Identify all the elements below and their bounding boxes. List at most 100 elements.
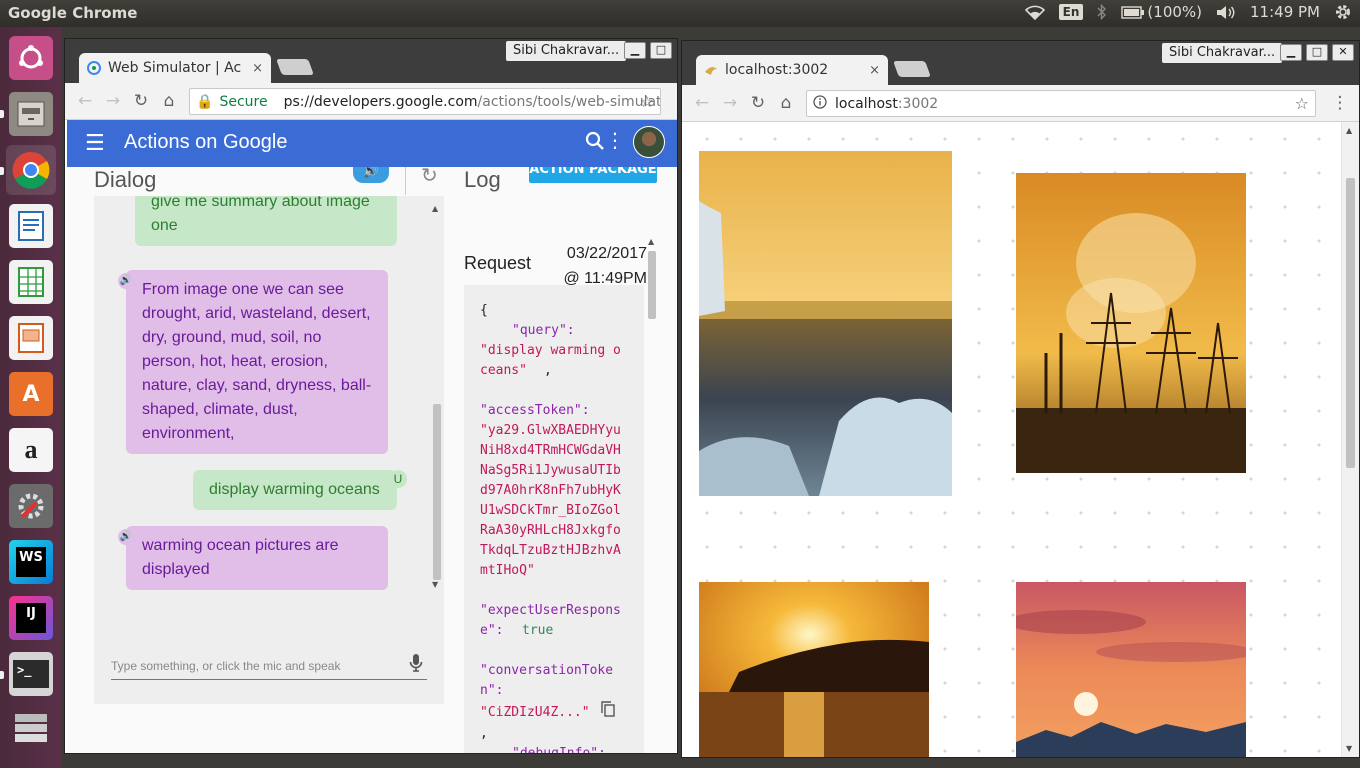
- bookmark-star-icon[interactable]: ☆: [1295, 94, 1309, 113]
- back-arrow-icon[interactable]: ←: [75, 91, 95, 111]
- chrome-launcher[interactable]: [6, 145, 56, 195]
- speaker-icon[interactable]: 🔊: [353, 167, 389, 183]
- tab-strip: localhost:3002 × Sibi Chakravar... ▁ □ ✕: [682, 41, 1359, 85]
- intellij-launcher[interactable]: IJ: [6, 593, 56, 643]
- more-options-icon[interactable]: ⋮: [605, 128, 625, 152]
- hamburger-menu-icon[interactable]: ☰: [85, 131, 105, 156]
- copy-icon[interactable]: [601, 701, 616, 724]
- terminal-launcher[interactable]: >_: [6, 649, 56, 699]
- maximize-button[interactable]: □: [1306, 44, 1328, 61]
- log-scrollbar[interactable]: ▲: [647, 237, 657, 627]
- close-tab-icon[interactable]: ×: [246, 61, 263, 76]
- wifi-icon[interactable]: [1024, 5, 1045, 20]
- impress-launcher[interactable]: [6, 313, 56, 363]
- page-favicon-icon: [705, 67, 717, 75]
- json-open-brace: {: [480, 303, 488, 318]
- info-icon[interactable]: [813, 94, 827, 113]
- scrollbar-thumb[interactable]: [433, 404, 441, 580]
- gallery-image[interactable]: [1016, 173, 1246, 473]
- page-scrollbar[interactable]: ▲ ▼: [1341, 122, 1359, 757]
- gear-icon[interactable]: [1334, 3, 1352, 21]
- play-audio-icon[interactable]: 🔊: [118, 529, 134, 545]
- scrollbar-thumb[interactable]: [1346, 178, 1355, 468]
- amazon-launcher[interactable]: a: [6, 425, 56, 475]
- scroll-up-arrow-icon[interactable]: ▲: [1346, 126, 1352, 135]
- gallery-image[interactable]: [1016, 582, 1246, 757]
- writer-launcher[interactable]: [6, 201, 56, 251]
- forward-arrow-icon[interactable]: →: [720, 93, 740, 113]
- request-date: 03/22/2017: [566, 245, 647, 262]
- message-text: display warming oceans: [209, 481, 380, 498]
- tab-strip: Web Simulator | Ac × Sibi Chakravar... ▁…: [65, 39, 677, 83]
- new-tab-button[interactable]: [893, 61, 931, 77]
- volume-icon[interactable]: [1216, 5, 1236, 20]
- ubuntu-icon: [9, 36, 53, 80]
- reload-icon[interactable]: ↻: [748, 93, 768, 113]
- user-message: give me summary about image one: [135, 196, 397, 246]
- software-center-launcher[interactable]: A: [6, 369, 56, 419]
- microphone-icon[interactable]: [409, 653, 423, 676]
- minimize-button[interactable]: ▁: [624, 42, 646, 59]
- webstorm-launcher[interactable]: WS: [6, 537, 56, 587]
- shopping-bag-icon: A: [9, 372, 53, 416]
- scroll-down-arrow-icon[interactable]: ▼: [1346, 744, 1352, 753]
- close-tab-icon[interactable]: ×: [863, 63, 880, 78]
- localhost-window: localhost:3002 × Sibi Chakravar... ▁ □ ✕…: [681, 40, 1360, 758]
- forward-arrow-icon[interactable]: →: [103, 91, 123, 111]
- keyboard-layout-indicator[interactable]: En: [1058, 4, 1084, 20]
- files-launcher[interactable]: [6, 89, 56, 139]
- clock[interactable]: 11:49 PM: [1250, 3, 1320, 21]
- dialog-scrollbar[interactable]: ▲ ▼: [432, 204, 442, 589]
- home-icon[interactable]: ⌂: [776, 93, 796, 113]
- scrollbar-thumb[interactable]: [648, 251, 656, 319]
- file-cabinet-icon: [9, 92, 53, 136]
- home-icon[interactable]: ⌂: [159, 91, 179, 111]
- battery-indicator[interactable]: (100%): [1121, 3, 1202, 21]
- workspaces-icon: [9, 708, 53, 752]
- reload-icon[interactable]: ↻: [131, 91, 151, 111]
- tab-localhost[interactable]: localhost:3002 ×: [696, 55, 888, 85]
- search-icon[interactable]: [585, 131, 605, 155]
- back-arrow-icon[interactable]: ←: [692, 93, 712, 113]
- ubuntu-dash-button[interactable]: [6, 33, 56, 83]
- system-settings-launcher[interactable]: [6, 481, 56, 531]
- json-value-conversation-token: "CiZDIzU4Z...": [480, 705, 590, 720]
- chrome-menu-icon[interactable]: ⋮: [1330, 93, 1350, 113]
- maximize-button[interactable]: □: [650, 42, 672, 59]
- tab-web-simulator[interactable]: Web Simulator | Ac ×: [79, 53, 271, 83]
- action-package-button[interactable]: ACTION PACKAGE: [529, 167, 657, 183]
- message-input[interactable]: Type something, or click the mic and spe…: [111, 650, 427, 680]
- scroll-up-arrow-icon[interactable]: ▲: [432, 204, 438, 213]
- profile-button[interactable]: Sibi Chakravar...: [1162, 43, 1283, 63]
- scroll-up-arrow-icon[interactable]: ▲: [648, 237, 654, 246]
- workspaces-launcher[interactable]: [6, 705, 56, 755]
- tab-title: Web Simulator | Ac: [108, 60, 242, 76]
- url-port: :3002: [897, 95, 939, 112]
- gallery-image[interactable]: [699, 151, 952, 496]
- bot-message: 🔊 From image one we can see drought, ari…: [118, 270, 388, 454]
- chrome-icon: [9, 148, 53, 192]
- running-indicator: [0, 110, 4, 118]
- address-bar[interactable]: localhost:3002 ☆: [806, 90, 1316, 117]
- web-simulator-window: Web Simulator | Ac × Sibi Chakravar... ▁…: [64, 38, 678, 754]
- refresh-icon[interactable]: ↻: [421, 167, 438, 187]
- document-icon: [9, 204, 53, 248]
- gallery-image[interactable]: [699, 582, 929, 757]
- input-placeholder: Type something, or click the mic and spe…: [111, 659, 341, 673]
- bluetooth-icon[interactable]: [1097, 4, 1107, 20]
- close-window-button[interactable]: ✕: [1332, 44, 1354, 61]
- url-path: /actions/tools/web-simulator: [477, 93, 661, 110]
- address-bar[interactable]: 🔒 Secure ps://developers.google.com/acti…: [189, 88, 661, 115]
- bookmark-star-icon[interactable]: ☆: [640, 92, 654, 111]
- scroll-down-arrow-icon[interactable]: ▼: [432, 580, 438, 589]
- calc-launcher[interactable]: [6, 257, 56, 307]
- json-key-query: "query":: [512, 323, 575, 338]
- profile-button[interactable]: Sibi Chakravar...: [506, 41, 627, 61]
- new-tab-button[interactable]: [276, 59, 314, 75]
- avatar[interactable]: [633, 126, 665, 158]
- running-indicator: [0, 671, 4, 679]
- minimize-button[interactable]: ▁: [1280, 44, 1302, 61]
- image-gallery: [682, 122, 1359, 757]
- play-audio-icon[interactable]: 🔊: [118, 273, 134, 289]
- presentation-icon: [9, 316, 53, 360]
